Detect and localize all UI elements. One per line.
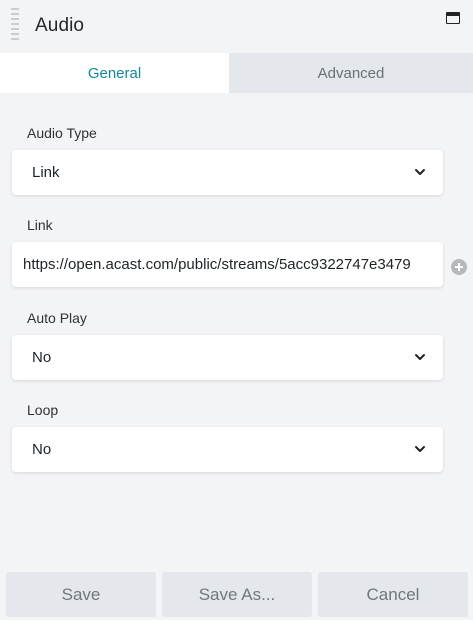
panel-footer: Save Save As... Cancel xyxy=(0,563,473,620)
link-label: Link xyxy=(27,217,53,233)
link-input-value: https://open.acast.com/public/streams/5a… xyxy=(23,256,411,273)
loop-select[interactable]: No xyxy=(12,427,443,472)
link-input[interactable]: https://open.acast.com/public/streams/5a… xyxy=(12,242,443,287)
loop-label: Loop xyxy=(27,402,59,418)
chevron-down-icon xyxy=(415,354,425,360)
cancel-button[interactable]: Cancel xyxy=(318,572,468,617)
tab-bar: General Advanced xyxy=(0,53,473,93)
audio-type-value: Link xyxy=(32,164,60,181)
auto-play-value: No xyxy=(32,349,52,366)
tab-general[interactable]: General xyxy=(0,53,229,93)
audio-type-select[interactable]: Link xyxy=(12,150,443,195)
chevron-down-icon xyxy=(415,169,425,175)
settings-form: Audio Type Link Link https://open.acast.… xyxy=(0,93,473,563)
drag-handle-icon[interactable] xyxy=(11,8,19,44)
auto-play-label: Auto Play xyxy=(27,310,87,326)
panel-title: Audio xyxy=(35,15,85,36)
plus-circle-icon[interactable] xyxy=(451,259,467,275)
save-button[interactable]: Save xyxy=(6,572,156,617)
tab-advanced[interactable]: Advanced xyxy=(229,53,473,93)
chevron-down-icon xyxy=(415,446,425,452)
audio-type-label: Audio Type xyxy=(27,125,97,141)
auto-play-select[interactable]: No xyxy=(12,335,443,380)
save-as-button[interactable]: Save As... xyxy=(162,572,312,617)
panel-header: Audio xyxy=(0,0,473,53)
loop-value: No xyxy=(32,441,52,458)
window-icon[interactable] xyxy=(446,12,460,24)
